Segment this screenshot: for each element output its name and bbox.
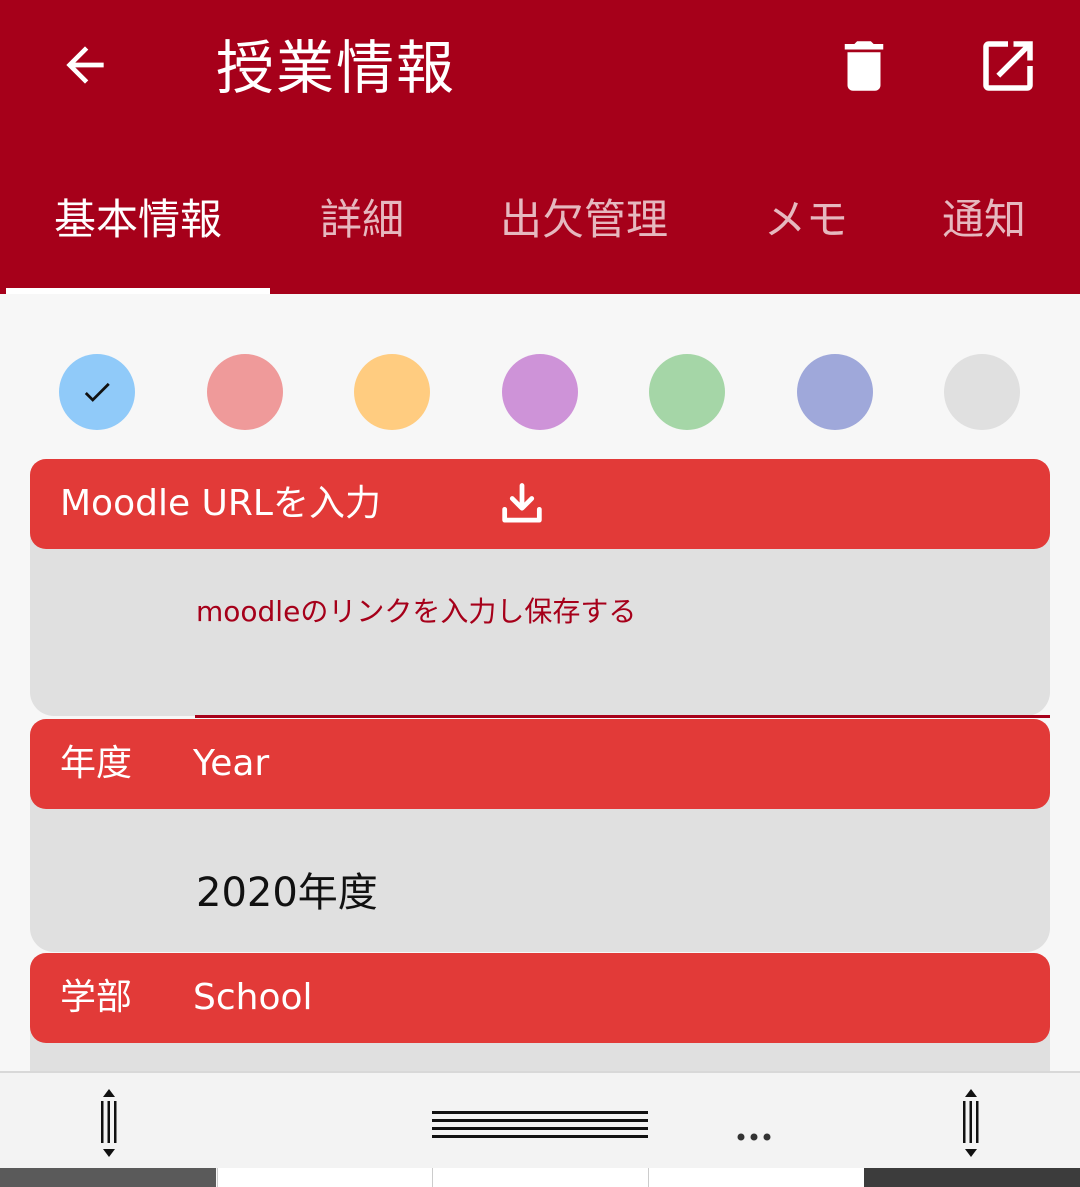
resize-vertical-icon[interactable] (954, 1087, 988, 1159)
check-icon (84, 382, 110, 402)
tab-indicator (6, 288, 270, 294)
trash-icon[interactable] (826, 28, 902, 104)
year-value[interactable]: 2020年度 (196, 860, 378, 918)
moodle-url-input[interactable]: moodleのリンクを入力し保存する (196, 590, 636, 630)
year-sublabel: Year (193, 743, 270, 784)
open-external-icon[interactable] (970, 28, 1046, 104)
arrow-back-icon[interactable] (50, 30, 120, 100)
tab-details[interactable]: 詳細 (320, 190, 404, 250)
color-swatch-grey[interactable] (944, 354, 1020, 430)
moodle-card-header: Moodle URLを入力 (30, 459, 1050, 549)
tab-basic-info[interactable]: 基本情報 (54, 190, 222, 250)
color-swatch-orange[interactable] (354, 354, 430, 430)
color-swatch-red[interactable] (207, 354, 283, 430)
tab-notification[interactable]: 通知 (942, 190, 1026, 250)
keyboard-key[interactable] (217, 1168, 432, 1187)
keyboard-key[interactable] (648, 1168, 864, 1187)
more-dots-icon[interactable] (736, 1129, 772, 1143)
school-card-header: 学部 School (30, 953, 1050, 1043)
school-label: 学部 (60, 977, 133, 1018)
app-bar: 授業情報 基本情報 詳細 出欠管理 メモ 通知 (0, 0, 1080, 294)
school-sublabel: School (193, 977, 313, 1018)
bottom-toolbar (0, 1071, 1080, 1170)
drag-handle-icon[interactable] (432, 1109, 648, 1139)
resize-vertical-icon[interactable] (92, 1087, 126, 1159)
tab-memo[interactable]: メモ (764, 190, 848, 250)
year-card-body (30, 790, 1050, 952)
download-icon[interactable] (496, 479, 548, 531)
year-label: 年度 (60, 743, 133, 784)
keyboard-key[interactable] (0, 1168, 216, 1187)
page-title: 授業情報 (216, 34, 457, 102)
color-swatch-blue[interactable] (59, 354, 135, 430)
tab-attendance[interactable]: 出欠管理 (500, 190, 668, 250)
year-card-header: 年度 Year (30, 719, 1050, 809)
keyboard-key[interactable] (864, 1168, 1080, 1187)
color-swatch-indigo[interactable] (797, 354, 873, 430)
moodle-input-underline (195, 715, 1050, 718)
keyboard-key[interactable] (432, 1168, 648, 1187)
moodle-label: Moodle URLを入力 (60, 483, 381, 524)
color-swatch-purple[interactable] (502, 354, 578, 430)
color-swatch-green[interactable] (649, 354, 725, 430)
